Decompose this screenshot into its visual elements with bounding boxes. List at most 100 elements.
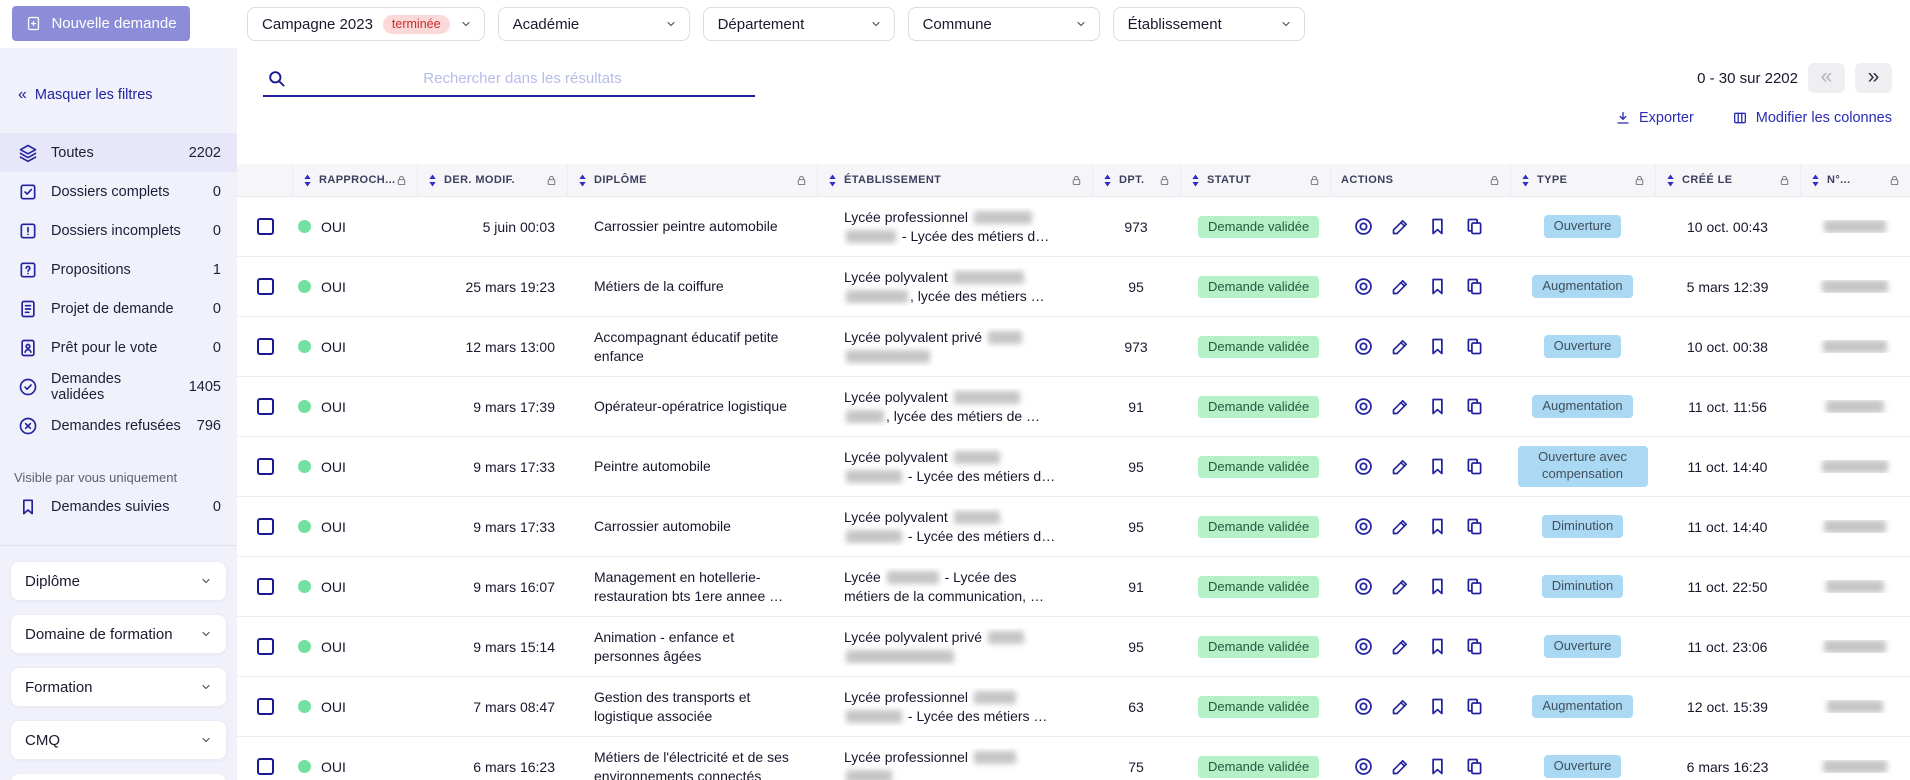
column-header-etablissement[interactable]: ÉTABLISSEMENT [817,164,1092,196]
status-dot-icon [298,340,311,353]
sidebar-item-projet-de-demande[interactable]: Projet de demande 0 [0,289,237,328]
duplicate-icon[interactable] [1464,576,1485,597]
bookmark-icon[interactable] [1427,396,1448,417]
duplicate-icon[interactable] [1464,756,1485,777]
view-icon[interactable] [1353,456,1374,477]
filter-campagne-2023[interactable]: Campagne 2023 terminée [247,7,485,41]
circle-x-icon [18,416,38,436]
diploma-cell: Métiers de l'électricité et de ses envir… [567,748,817,780]
table-row: OUI 6 mars 16:23 Métiers de l'électricit… [237,737,1910,780]
duplicate-icon[interactable] [1464,396,1485,417]
filter-etablissement[interactable]: Établissement [1113,7,1305,41]
duplicate-icon[interactable] [1464,516,1485,537]
filter-departement[interactable]: Département [703,7,895,41]
sidebar-item-demandes-validees[interactable]: Demandes validées 1405 [0,367,237,406]
redacted-text [954,391,1020,404]
row-checkbox[interactable] [257,638,274,655]
view-icon[interactable] [1353,756,1374,777]
redacted-number [1827,700,1883,713]
sidebar-item-demandes-suivies[interactable]: Demandes suivies 0 [0,487,237,526]
status-badge: Demande validée [1198,396,1319,418]
row-checkbox[interactable] [257,518,274,535]
bookmark-icon[interactable] [1427,216,1448,237]
view-icon[interactable] [1353,516,1374,537]
dropdown-cmq[interactable]: CMQ [10,720,227,760]
redacted-text [846,530,902,543]
edit-icon[interactable] [1390,456,1411,477]
pagination-next-button[interactable]: » [1855,63,1892,93]
duplicate-icon[interactable] [1464,456,1485,477]
created-cell: 10 oct. 00:43 [1655,219,1800,235]
bookmark-icon[interactable] [1427,336,1448,357]
row-checkbox[interactable] [257,698,274,715]
dropdown-diplome[interactable]: Diplôme [10,561,227,601]
column-header-actions[interactable]: ACTIONS [1330,164,1510,196]
sidebar-item-dossiers-complets[interactable]: Dossiers complets 0 [0,172,237,211]
duplicate-icon[interactable] [1464,696,1485,717]
row-checkbox[interactable] [257,398,274,415]
duplicate-icon[interactable] [1464,636,1485,657]
row-checkbox[interactable] [257,338,274,355]
bookmark-icon[interactable] [1427,456,1448,477]
edit-icon[interactable] [1390,636,1411,657]
sidebar-item-dossiers-incomplets[interactable]: Dossiers incomplets 0 [0,211,237,250]
edit-icon[interactable] [1390,756,1411,777]
edit-icon[interactable] [1390,696,1411,717]
chevron-down-icon [200,628,212,640]
filter-academie[interactable]: Académie [498,7,690,41]
hide-filters-link[interactable]: « Masquer les filtres [18,86,153,104]
dropdown-formation[interactable]: Formation [10,667,227,707]
bookmark-icon[interactable] [1427,516,1448,537]
edit-icon[interactable] [1390,216,1411,237]
bookmark-icon[interactable] [1427,276,1448,297]
column-header-cree-le[interactable]: CRÉÉ LE [1655,164,1800,196]
column-header-rapproch[interactable]: RAPPROCH... [292,164,417,196]
table-row: OUI 9 mars 17:39 Opérateur-opératrice lo… [237,377,1910,437]
sidebar-item-pret-pour-le-vote[interactable]: Prêt pour le vote 0 [0,328,237,367]
view-icon[interactable] [1353,276,1374,297]
view-icon[interactable] [1353,696,1374,717]
duplicate-icon[interactable] [1464,336,1485,357]
view-icon[interactable] [1353,576,1374,597]
view-icon[interactable] [1353,336,1374,357]
actions-cell [1330,576,1510,597]
filter-commune[interactable]: Commune [908,7,1100,41]
column-header-diplome[interactable]: DIPLÔME [567,164,817,196]
row-checkbox[interactable] [257,758,274,775]
column-header-dpt[interactable]: DPT. [1092,164,1180,196]
dropdown-domaine-de-formation[interactable]: Domaine de formation [10,614,227,654]
edit-icon[interactable] [1390,576,1411,597]
column-header-type[interactable]: TYPE [1510,164,1655,196]
column-header-statut[interactable]: STATUT [1180,164,1330,196]
duplicate-icon[interactable] [1464,276,1485,297]
bookmark-icon[interactable] [1427,576,1448,597]
view-icon[interactable] [1353,636,1374,657]
row-checkbox[interactable] [257,218,274,235]
pagination-prev-button[interactable]: « [1808,63,1845,93]
column-header-der-modif[interactable]: DER. MODIF. [417,164,567,196]
establishment-cell: Lycée polyvalent privé [817,628,1092,666]
export-button[interactable]: Exporter [1615,110,1694,126]
edit-icon[interactable] [1390,336,1411,357]
edit-icon[interactable] [1390,396,1411,417]
bookmark-icon[interactable] [1427,756,1448,777]
view-icon[interactable] [1353,216,1374,237]
redacted-text [846,410,884,423]
row-checkbox[interactable] [257,578,274,595]
sidebar-item-propositions[interactable]: Propositions 1 [0,250,237,289]
row-checkbox[interactable] [257,278,274,295]
edit-icon[interactable] [1390,516,1411,537]
duplicate-icon[interactable] [1464,216,1485,237]
search-input[interactable] [294,70,751,87]
bookmark-icon[interactable] [1427,696,1448,717]
modify-columns-button[interactable]: Modifier les colonnes [1732,110,1892,126]
row-checkbox[interactable] [257,458,274,475]
bookmark-icon[interactable] [1427,636,1448,657]
new-request-button[interactable]: Nouvelle demande [12,6,190,41]
view-icon[interactable] [1353,396,1374,417]
sidebar-item-demandes-refusees[interactable]: Demandes refusées 796 [0,406,237,445]
column-header-n[interactable]: N°... [1800,164,1910,196]
sidebar-item-toutes[interactable]: Toutes 2202 [0,133,237,172]
edit-icon[interactable] [1390,276,1411,297]
dropdown-filiere-cmq[interactable]: Filière CMQ [10,773,227,780]
